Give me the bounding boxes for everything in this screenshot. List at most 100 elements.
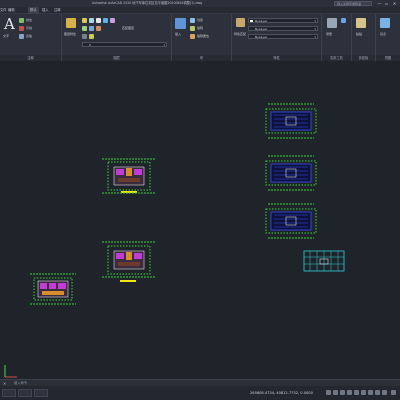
close-icon[interactable]: ✕ <box>392 1 397 6</box>
table-label[interactable]: 表格 <box>26 34 32 38</box>
insert-label: 插入 <box>175 32 182 36</box>
lineweight-dropdown[interactable]: ByLayer ▾ <box>248 34 318 39</box>
search-box[interactable]: 键入关键字或短语 <box>334 1 372 6</box>
status-bar: 265608.4734, 40812.7752, 0.0000 <box>0 386 400 400</box>
title-bar: Autodesk AutoCAD 2020 地下车库住宅区总平面图2020081… <box>0 0 400 7</box>
site-plan-drawing-2 <box>102 241 156 282</box>
panel-view: 基点 视图 <box>376 14 400 61</box>
group-icon[interactable] <box>341 18 346 23</box>
layer-on-icon[interactable] <box>82 18 87 23</box>
text-tool-label: 文字 <box>3 34 10 38</box>
table-icon[interactable] <box>19 34 24 39</box>
autocad-window: Autodesk AutoCAD 2020 地下车库住宅区总平面图2020081… <box>0 0 400 400</box>
site-plan-drawing-3 <box>30 273 76 305</box>
workspace-icon[interactable] <box>382 390 387 395</box>
measure-icon[interactable] <box>327 18 337 28</box>
floor-plan-cyan-drawing <box>303 250 345 272</box>
building-plan-2[interactable] <box>262 153 320 193</box>
site-plan-block-2[interactable] <box>100 239 158 285</box>
match-layer-label[interactable]: 匹配图层 <box>122 26 134 30</box>
drawing-canvas[interactable] <box>0 61 400 381</box>
view-base-icon[interactable] <box>380 18 390 28</box>
tab-insert[interactable]: 插入 <box>42 7 49 14</box>
site-plan-block-1[interactable] <box>100 156 158 196</box>
layer-merge-icon[interactable] <box>96 26 101 31</box>
grid-icon[interactable] <box>333 390 338 395</box>
match-properties-icon[interactable] <box>236 18 245 27</box>
layout1-tab[interactable] <box>18 389 32 397</box>
layer-lock-icon[interactable] <box>96 18 101 23</box>
paste-icon[interactable] <box>356 18 366 28</box>
layer-walk-icon[interactable] <box>89 26 94 31</box>
linetype-dropdown[interactable]: ByLayer ▾ <box>248 26 318 31</box>
edit-attr-label[interactable]: 编辑属性 <box>197 34 209 38</box>
building-plan-drawing-3 <box>265 203 317 239</box>
layer-dropdown[interactable]: 0 ▾ <box>82 42 167 47</box>
lineweight-icon[interactable] <box>368 390 373 395</box>
customize-icon[interactable] <box>391 390 396 395</box>
annotation-scale-icon[interactable] <box>375 390 380 395</box>
menu-file[interactable]: 文件 <box>0 7 7 14</box>
leader-icon[interactable] <box>19 26 24 31</box>
layer-color-icon[interactable] <box>103 18 108 23</box>
match-props-label: 特性匹配 <box>234 32 247 36</box>
model-tab[interactable] <box>2 389 16 397</box>
search-placeholder: 键入关键字或短语 <box>337 2 362 6</box>
layer-freeze-icon[interactable] <box>89 18 94 23</box>
leader-label[interactable]: 引线 <box>26 26 32 30</box>
ribbon: A 文字 线性 引线 表格 注释 图层特性 匹配图层 0 ▾ 图层 插入 创建 … <box>0 14 400 61</box>
measure-label: 测量 <box>326 32 333 36</box>
minimize-icon[interactable]: — <box>377 1 382 6</box>
coordinates-readout: 265608.4734, 40812.7752, 0.0000 <box>250 391 313 395</box>
linetype-dropdown-value: ByLayer <box>255 27 268 31</box>
tab-default[interactable]: 默认 <box>28 7 39 14</box>
floor-plan-cyan[interactable] <box>302 249 346 275</box>
base-label: 基点 <box>380 32 387 36</box>
polar-icon[interactable] <box>354 390 359 395</box>
model-space-icon[interactable] <box>326 390 331 395</box>
layer-isolate-icon[interactable] <box>110 18 115 23</box>
command-line[interactable]: ✕ 键入命令 <box>0 379 400 386</box>
ucs-icon <box>3 363 19 379</box>
linear-label[interactable]: 线性 <box>26 18 32 22</box>
maximize-icon[interactable]: ▫ <box>384 1 389 6</box>
create-label[interactable]: 创建 <box>197 18 203 22</box>
color-dropdown-value: ByLayer <box>255 19 268 23</box>
layer-props-label: 图层特性 <box>64 32 77 36</box>
panel-utilities: 测量 实用工具 <box>322 14 352 61</box>
edit-attributes-icon[interactable] <box>190 34 195 39</box>
building-plan-drawing-2 <box>265 155 317 191</box>
layer-previous-icon[interactable] <box>89 34 94 39</box>
edit-block-icon[interactable] <box>190 26 195 31</box>
tab-annotate[interactable]: 注释 <box>54 7 61 14</box>
site-plan-block-3[interactable] <box>28 271 78 307</box>
create-block-icon[interactable] <box>190 18 195 23</box>
layer-match-icon[interactable] <box>82 26 87 31</box>
osnap-icon[interactable] <box>361 390 366 395</box>
site-plan-drawing-1 <box>102 158 156 194</box>
panel-annotation: A 文字 线性 引线 表格 注释 <box>0 14 62 61</box>
building-plan-1[interactable] <box>262 101 320 141</box>
ortho-icon[interactable] <box>347 390 352 395</box>
lineweight-dropdown-value: ByLayer <box>255 35 268 39</box>
panel-layers: 图层特性 匹配图层 0 ▾ 图层 <box>62 14 172 61</box>
text-tool-icon[interactable]: A <box>4 16 15 32</box>
menu-bar: 文件 编辑 默认 插入 注释 <box>0 7 400 14</box>
color-dropdown[interactable]: ByLayer ▾ <box>248 18 318 23</box>
panel-block: 插入 创建 编辑 编辑属性 块 <box>172 14 232 61</box>
panel-clipboard: 粘贴 剪贴板 <box>352 14 376 61</box>
paste-label: 粘贴 <box>356 32 363 36</box>
dimension-icon[interactable] <box>19 18 24 23</box>
layer-dropdown-value: 0 <box>89 43 91 47</box>
building-plan-3[interactable] <box>262 201 320 241</box>
layer-state-icon[interactable] <box>82 34 87 39</box>
layout2-tab[interactable] <box>34 389 48 397</box>
window-title: Autodesk AutoCAD 2020 地下车库住宅区总平面图2020081… <box>92 1 203 5</box>
color-swatch <box>250 20 253 22</box>
layer-properties-icon[interactable] <box>66 18 76 28</box>
edit-label[interactable]: 编辑 <box>197 26 203 30</box>
snap-icon[interactable] <box>340 390 345 395</box>
insert-block-icon[interactable] <box>175 18 186 29</box>
menu-edit[interactable]: 编辑 <box>8 7 15 14</box>
panel-properties: 特性匹配 ByLayer ▾ ByLayer ▾ ByLayer ▾ 特性 <box>232 14 322 61</box>
